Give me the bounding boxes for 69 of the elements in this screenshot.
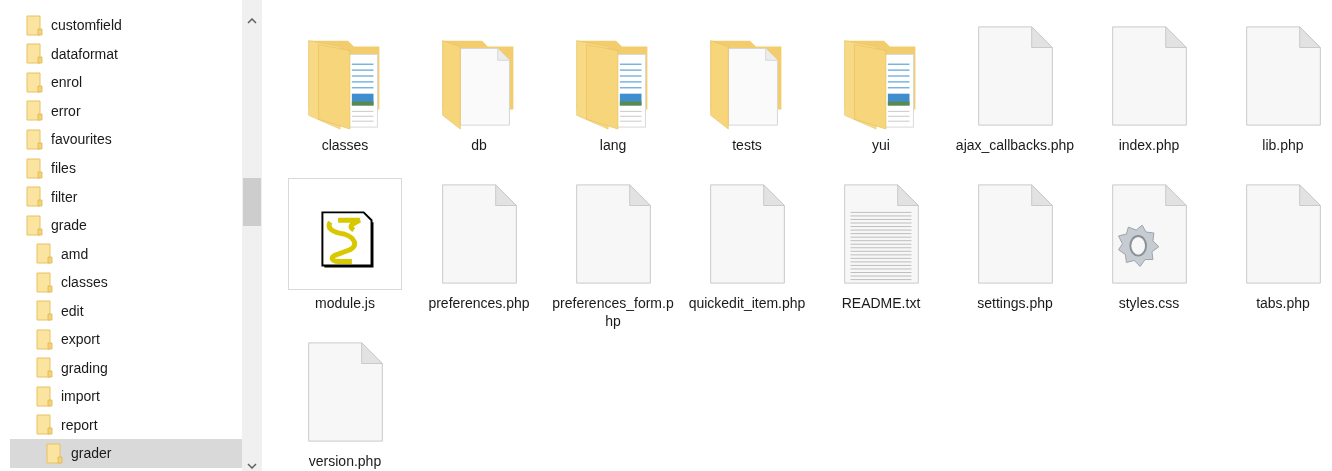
folder-icon	[36, 243, 53, 265]
file-name: README.txt	[840, 294, 922, 312]
file-name: classes	[320, 136, 370, 154]
file-item[interactable]: preferences.php	[412, 178, 546, 336]
file-item[interactable]: tabs.php	[1216, 178, 1332, 336]
tree-item[interactable]: classes	[10, 267, 242, 297]
file-name: tests	[731, 136, 763, 154]
file-name: index.php	[1117, 136, 1181, 154]
file-item[interactable]: tests	[680, 20, 814, 178]
file-name: lang	[598, 136, 628, 154]
tree-item[interactable]: customfield	[10, 11, 242, 40]
scroll-thumb[interactable]	[243, 178, 261, 226]
tree-item[interactable]: enrol	[10, 68, 242, 97]
tree-item[interactable]: error	[10, 96, 242, 126]
tree-item[interactable]: grading	[10, 353, 242, 383]
folder-icon	[26, 14, 43, 36]
tree-item[interactable]: files	[10, 153, 242, 183]
file-name: module.js	[314, 294, 376, 312]
tree-item[interactable]: export	[10, 325, 242, 354]
folder-icon	[36, 357, 53, 379]
scrollbar[interactable]	[242, 0, 262, 471]
tree-item[interactable]: edit	[10, 296, 242, 325]
file-item[interactable]: styles.css	[1082, 178, 1216, 336]
folder-icon	[26, 186, 43, 208]
folder-icon	[26, 128, 43, 150]
tree-item[interactable]: grader	[10, 439, 242, 468]
file-item[interactable]: db	[412, 20, 546, 178]
tree-item[interactable]: import	[10, 382, 242, 411]
file-name: preferences.php	[427, 294, 531, 312]
file-name: ajax_callbacks.php	[954, 136, 1076, 154]
file-item[interactable]: quickedit_item.php	[680, 178, 814, 336]
folder-icon	[26, 71, 43, 93]
file-name: lib.php	[1261, 136, 1305, 154]
file-item[interactable]: lib.php	[1216, 20, 1332, 178]
tree-item[interactable]: filter	[10, 182, 242, 211]
tree-item[interactable]: amd	[10, 239, 242, 268]
tree-item[interactable]: grade	[10, 210, 242, 240]
tree-item[interactable]: favourites	[10, 125, 242, 154]
file-name: tabs.php	[1255, 294, 1311, 312]
file-name: quickedit_item.php	[687, 294, 807, 312]
scroll-down-icon[interactable]	[247, 463, 257, 469]
file-item[interactable]: lang	[546, 20, 680, 178]
file-item[interactable]: version.php	[278, 336, 412, 471]
file-item[interactable]: preferences_form.php	[546, 178, 680, 336]
tree-item[interactable]: dataformat	[10, 39, 242, 69]
file-name: yui	[871, 136, 891, 154]
file-item[interactable]: ajax_callbacks.php	[948, 20, 1082, 178]
folder-icon	[36, 271, 53, 293]
folder-icon	[36, 328, 53, 350]
file-name: styles.css	[1117, 294, 1181, 312]
file-item[interactable]: README.txt	[814, 178, 948, 336]
folder-icon	[46, 442, 63, 464]
folder-icon	[26, 157, 43, 179]
file-item[interactable]: index.php	[1082, 20, 1216, 178]
file-item[interactable]: classes	[278, 20, 412, 178]
tree-item[interactable]: report	[10, 410, 242, 440]
file-name: preferences_form.php	[551, 294, 675, 330]
folder-icon	[36, 414, 53, 436]
folder-icon	[36, 300, 53, 322]
file-item[interactable]: settings.php	[948, 178, 1082, 336]
folder-icon	[26, 100, 43, 122]
file-name: db	[470, 136, 488, 154]
scroll-up-icon[interactable]	[247, 18, 257, 24]
file-name: version.php	[307, 452, 383, 470]
folder-icon	[26, 43, 43, 65]
file-item[interactable]: yui	[814, 20, 948, 178]
folder-icon	[36, 385, 53, 407]
folder-icon	[26, 214, 43, 236]
file-name: settings.php	[976, 294, 1054, 312]
